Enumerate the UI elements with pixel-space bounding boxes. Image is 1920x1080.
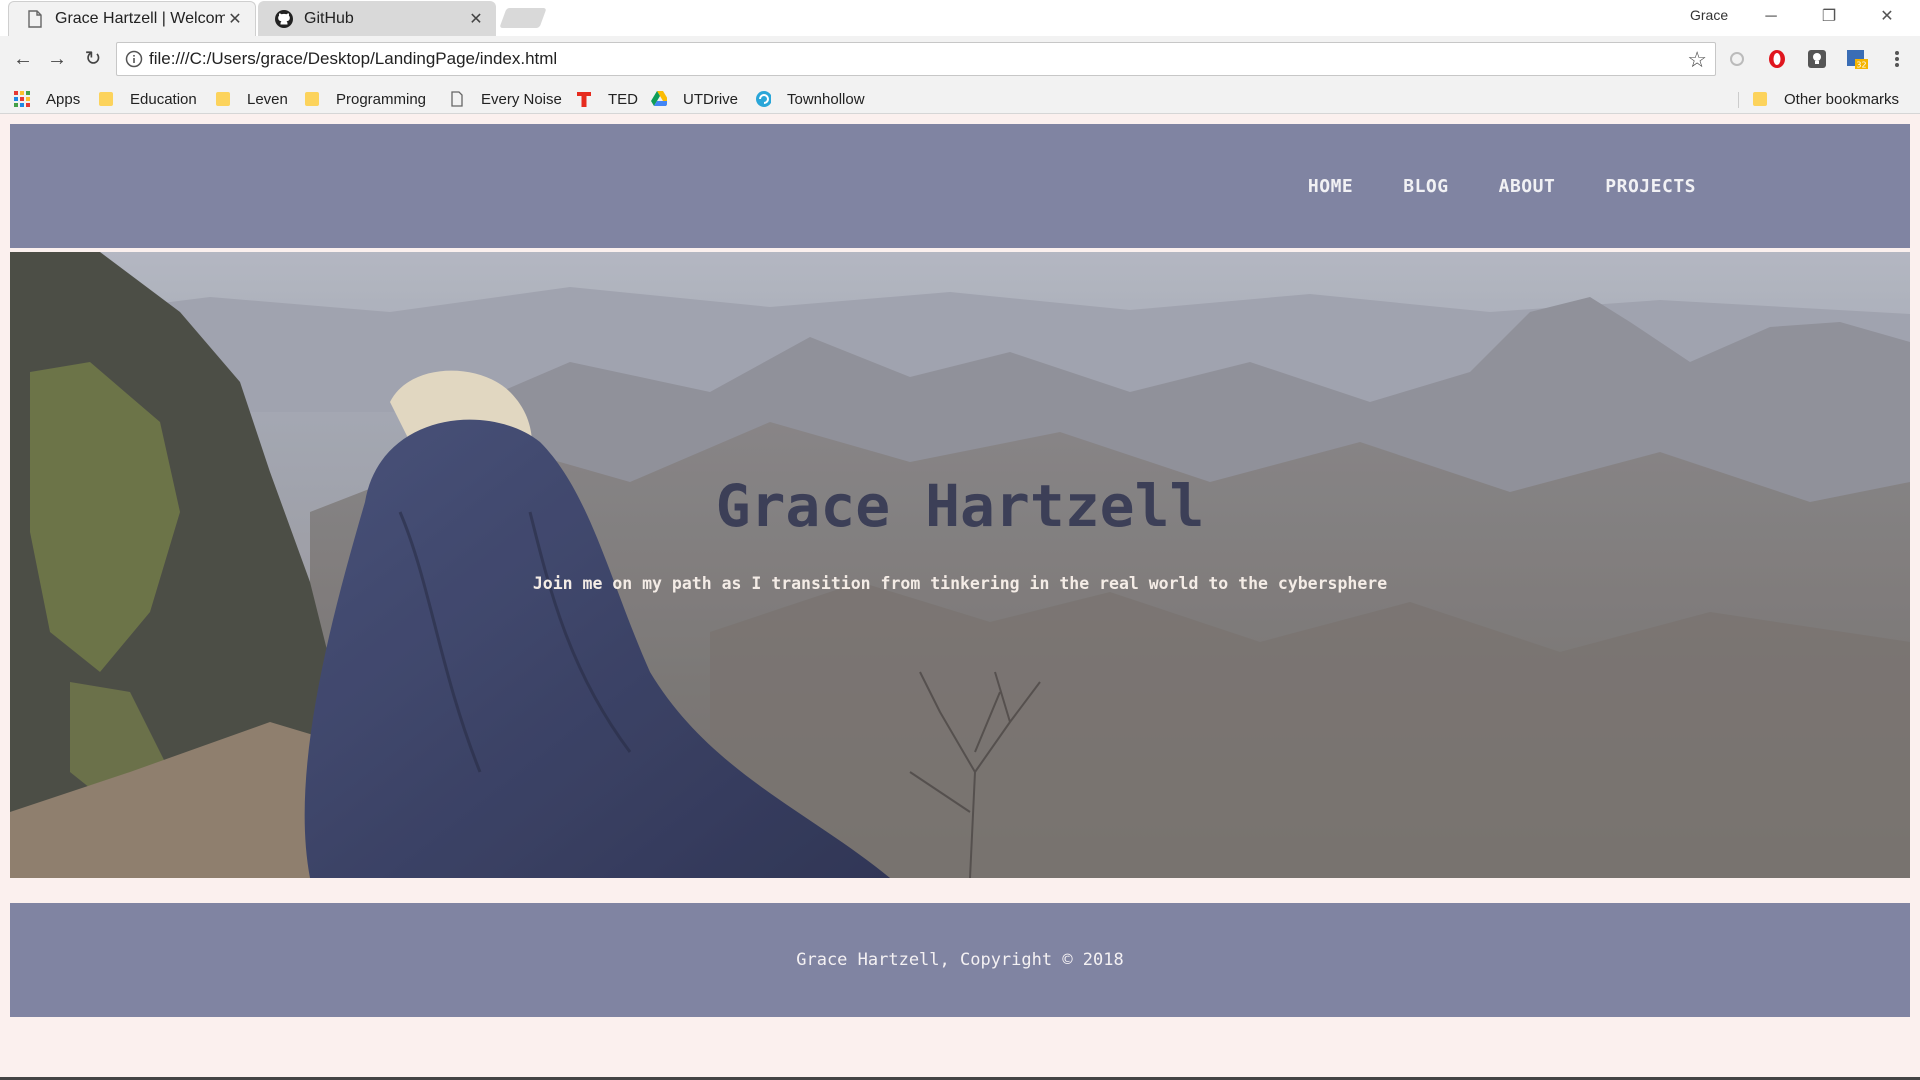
ted-icon: [576, 91, 592, 107]
bookmarks-divider: [1738, 92, 1739, 108]
tab-label: Grace Hartzell | Welcome: [55, 10, 225, 27]
restore-icon[interactable]: ❐: [1806, 4, 1852, 30]
circle-extension-icon[interactable]: [1726, 48, 1748, 70]
menu-dots-icon[interactable]: [1886, 48, 1908, 70]
hero-title: Grace Hartzell: [715, 472, 1205, 540]
bookmark-programming[interactable]: Programming: [304, 89, 426, 109]
bookmark-label: Education: [130, 90, 197, 108]
close-icon[interactable]: ✕: [225, 9, 245, 29]
browser-toolbar: ← → ↻ file:///C:/Users/grace/Desktop/Lan…: [0, 36, 1920, 84]
calendar-extension-icon[interactable]: 32: [1846, 48, 1868, 70]
bookmark-label: Townhollow: [787, 90, 865, 108]
drive-icon: [651, 91, 667, 107]
apps-grid-icon: [14, 91, 30, 107]
extension-badge: 32: [1856, 61, 1866, 70]
close-icon[interactable]: ✕: [466, 9, 486, 29]
bookmarks-bar: Apps Education Leven Programming Every N…: [0, 84, 1920, 114]
bookmark-label: TED: [608, 90, 638, 108]
bookmark-label: Apps: [46, 90, 81, 108]
address-bar[interactable]: file:///C:/Users/grace/Desktop/LandingPa…: [116, 42, 1716, 76]
bookmark-label: UTDrive: [683, 90, 738, 108]
nav-about[interactable]: ABOUT: [1499, 176, 1556, 197]
minimize-icon[interactable]: ─: [1748, 4, 1794, 30]
bookmark-leven[interactable]: Leven: [215, 89, 288, 109]
page-icon: [25, 9, 45, 29]
bookmark-star-icon[interactable]: ☆: [1687, 47, 1707, 73]
forward-arrow-icon[interactable]: →: [44, 46, 70, 72]
tab-strip: Grace Hartzell | Welcome ✕ GitHub ✕ Grac…: [0, 0, 1920, 36]
townhollow-icon: [755, 91, 771, 107]
folder-icon: [98, 91, 114, 107]
bookmark-apps[interactable]: Apps: [14, 89, 80, 109]
bookmark-utdrive[interactable]: UTDrive: [651, 89, 738, 109]
address-url[interactable]: file:///C:/Users/grace/Desktop/LandingPa…: [149, 43, 557, 75]
folder-icon: [304, 91, 320, 107]
site-header: HOME BLOG ABOUT PROJECTS: [10, 124, 1910, 248]
bookmark-label: Every Noise: [481, 90, 562, 108]
lightbulb-icon[interactable]: [1806, 48, 1828, 70]
hero-banner: Grace Hartzell Join me on my path as I t…: [10, 252, 1910, 878]
bookmark-education[interactable]: Education: [98, 89, 197, 109]
tab-label: GitHub: [304, 9, 354, 27]
back-arrow-icon[interactable]: ←: [10, 46, 36, 72]
bookmark-ted[interactable]: TED: [576, 89, 638, 109]
window-close-icon[interactable]: ✕: [1864, 4, 1910, 30]
bookmark-every-noise[interactable]: Every Noise: [449, 89, 562, 109]
main-nav: HOME BLOG ABOUT PROJECTS: [1308, 124, 1696, 248]
bookmark-townhollow[interactable]: Townhollow: [755, 89, 865, 109]
nav-home[interactable]: HOME: [1308, 176, 1353, 197]
bookmark-label: Leven: [247, 90, 288, 108]
profile-name[interactable]: Grace: [1690, 7, 1728, 23]
nav-projects[interactable]: PROJECTS: [1605, 176, 1696, 197]
copyright-text: Grace Hartzell, Copyright © 2018: [796, 950, 1124, 970]
nav-blog[interactable]: BLOG: [1403, 176, 1448, 197]
info-icon[interactable]: [125, 50, 143, 68]
new-tab-button[interactable]: [499, 8, 547, 28]
folder-icon: [1752, 91, 1768, 107]
folder-icon: [215, 91, 231, 107]
bookmark-label: Other bookmarks: [1784, 90, 1900, 108]
site-footer: Grace Hartzell, Copyright © 2018: [10, 903, 1910, 1017]
opera-icon[interactable]: [1766, 48, 1788, 70]
reload-icon[interactable]: ↻: [80, 46, 106, 72]
tab-github[interactable]: GitHub ✕: [258, 1, 496, 36]
hero-photo-mountain-landscape: [10, 252, 1910, 878]
hero-subtitle: Join me on my path as I transition from …: [532, 574, 1388, 593]
tab-grace-hartzell[interactable]: Grace Hartzell | Welcome ✕: [8, 1, 256, 36]
page-icon: [449, 91, 465, 107]
bookmark-other-bookmarks[interactable]: Other bookmarks: [1752, 89, 1899, 109]
bookmark-label: Programming: [336, 90, 427, 108]
github-icon: [274, 9, 294, 29]
